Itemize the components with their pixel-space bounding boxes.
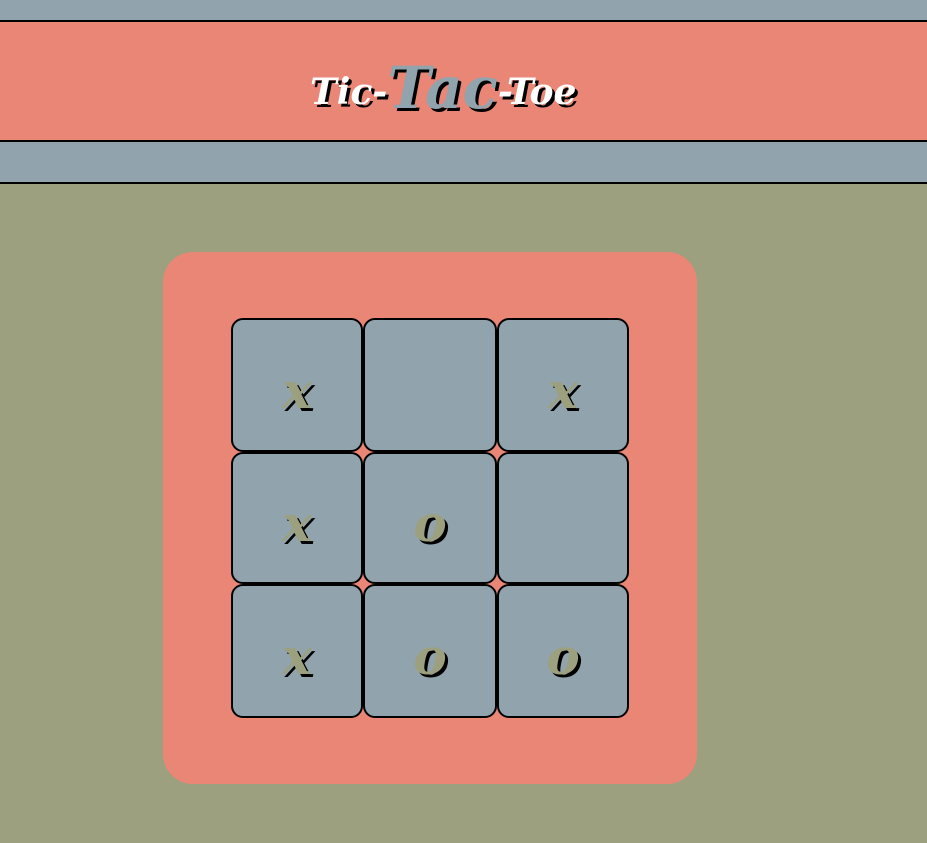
- top-strip: [0, 0, 927, 22]
- cell-mark: x: [548, 361, 578, 420]
- board-cell-0[interactable]: x: [231, 318, 363, 452]
- sub-header-strip: [0, 142, 927, 184]
- board-cell-8[interactable]: o: [497, 584, 629, 718]
- cell-mark: x: [282, 361, 312, 420]
- page-title: Tic-Tac-Toe: [310, 50, 577, 122]
- board-cell-5[interactable]: [497, 452, 629, 584]
- title-tic: Tic-: [310, 71, 388, 113]
- cell-mark: x: [282, 494, 312, 553]
- header-bar: Tic-Tac-Toe: [0, 22, 927, 142]
- cell-mark: x: [282, 627, 312, 686]
- board-cell-1[interactable]: [363, 318, 497, 452]
- board-cell-4[interactable]: o: [363, 452, 497, 584]
- board-cell-2[interactable]: x: [497, 318, 629, 452]
- cell-mark: o: [413, 494, 447, 553]
- board-cell-7[interactable]: o: [363, 584, 497, 718]
- cell-mark: o: [546, 627, 580, 686]
- title-tac: Tac: [387, 54, 498, 122]
- board-cell-6[interactable]: x: [231, 584, 363, 718]
- game-board-panel: x x x o x o o: [163, 252, 697, 784]
- cell-mark: o: [413, 627, 447, 686]
- board-cell-3[interactable]: x: [231, 452, 363, 584]
- title-toe: -Toe: [497, 71, 577, 113]
